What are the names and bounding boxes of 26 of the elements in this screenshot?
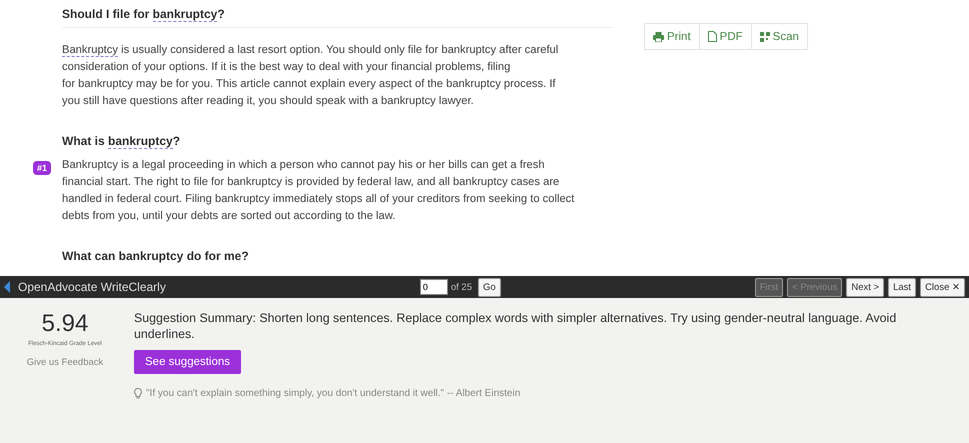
- nav-button[interactable]: Last: [888, 278, 916, 296]
- document-icon: [708, 31, 717, 42]
- tool-link[interactable]: Print: [645, 24, 700, 49]
- page-number-field[interactable]: 0: [420, 279, 448, 295]
- see-suggestions-button[interactable]: See suggestions: [134, 350, 242, 374]
- logo-icon: [4, 281, 10, 293]
- nav-button[interactable]: Next >: [846, 278, 884, 296]
- section-heading: What can bankruptcy do for me?: [62, 248, 250, 265]
- section-heading: Should I file for bankruptcy?: [62, 1, 614, 28]
- paragraph: Bankruptcy is a legal proceeding in which a person who cannot pay his or her bills can get a fresh financial start. The right to file for bankruptcy is provided by federal law, and all bankruptcy cases are handled in federal court. Filing bankruptcy immediately stops all of your creditors from seeking to collect debts from you, until your debts are sorted out according to the law.: [62, 158, 576, 224]
- suggestion-summary: Suggestion Summary: Shorten long sentences. Replace complex words with simpler alternatives. Try using gender-neutral language. Avoid underlines.: [134, 310, 898, 342]
- feedback-link[interactable]: Give us Feedback: [26, 357, 104, 368]
- grade-score: 5.94: [42, 310, 88, 338]
- lightbulb-icon: [134, 388, 142, 399]
- qr-code-icon: [760, 32, 770, 42]
- issue-marker[interactable]: #1: [33, 161, 52, 175]
- printer-icon: [653, 32, 664, 42]
- page-total: of 25: [450, 282, 472, 292]
- nav-button[interactable]: Close ✕: [920, 278, 965, 296]
- tool-link[interactable]: PDF: [700, 24, 752, 49]
- app-title: OpenAdvocate WriteClearly: [18, 280, 166, 294]
- section-heading: What is bankruptcy?: [62, 133, 182, 151]
- tool-link[interactable]: Scan: [752, 24, 807, 49]
- quote-text: "If you can't explain something simply, you don't understand it well." -- Albert Einstein: [146, 388, 520, 399]
- go-button[interactable]: Go: [478, 278, 501, 296]
- paragraph: Bankruptcy is usually considered a last resort option. You should only file for bankruptcy after careful consideration of your options. If it is the best way to deal with your financial problems, filing for bankruptcy may be for you. This article cannot explain every aspect of the bankruptcy process. If you still have questions after reading it, you should speak with a bankruptcy lawyer.: [62, 43, 560, 109]
